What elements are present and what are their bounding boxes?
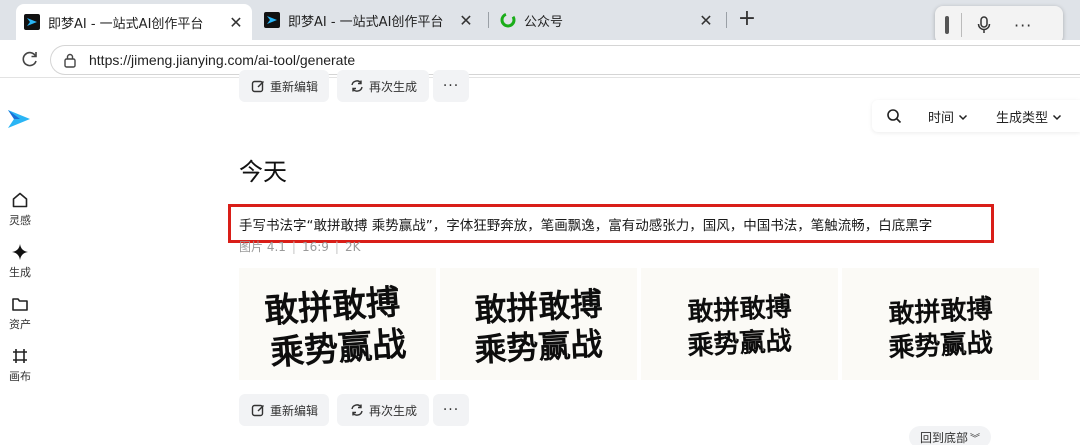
chevron-down-icon (1052, 111, 1062, 121)
jimeng-logo-icon (264, 12, 280, 28)
calligraphy-line-1: 敢拼敢搏 (263, 282, 401, 331)
voice-input-popup: ··· (935, 6, 1063, 44)
sidebar-item-inspiration[interactable]: 灵感 (0, 190, 40, 228)
canvas-icon (0, 346, 40, 366)
regenerate-label: 再次生成 (368, 403, 417, 418)
tab-title: 即梦AI - 一站式AI创作平台 (48, 16, 204, 32)
generated-image-2[interactable]: 敢拼敢搏 乘势赢战 (440, 268, 637, 380)
search-icon[interactable] (886, 108, 902, 124)
calligraphy-line-1: 敢拼敢搏 (473, 285, 603, 330)
refresh-icon (349, 402, 365, 418)
tab-wechat[interactable]: 公众号 ✕ (492, 4, 722, 36)
tab-divider (488, 12, 489, 28)
more-icon: ··· (442, 402, 460, 418)
drag-handle[interactable] (945, 16, 949, 34)
calligraphy-line-2: 乘势赢战 (685, 325, 791, 361)
jimeng-logo-icon[interactable] (6, 106, 32, 132)
sidebar-item-label: 画布 (9, 370, 31, 383)
sidebar-item-label: 生成 (9, 266, 31, 279)
tab-title: 即梦AI - 一站式AI创作平台 (288, 14, 444, 30)
calligraphy-line-2: 乘势赢战 (269, 324, 407, 373)
address-bar[interactable]: https://jimeng.jianying.com/ai-tool/gene… (50, 45, 1080, 75)
back-to-bottom-button[interactable]: 回到底部 ︾ (909, 426, 991, 445)
tab-jimeng-2[interactable]: 即梦AI - 一站式AI创作平台 ✕ (256, 4, 482, 36)
generated-image-1[interactable]: 敢拼敢搏 乘势赢战 (239, 268, 436, 380)
sparkle-icon (0, 242, 40, 262)
close-icon[interactable]: ✕ (458, 11, 474, 30)
close-icon[interactable]: ✕ (698, 11, 714, 30)
jimeng-logo-icon (24, 14, 40, 30)
calligraphy-line-2: 乘势赢战 (473, 325, 603, 370)
prompt-text[interactable]: 手写书法字“敢拼敢搏 乘势赢战”，字体狂野奔放，笔画飘逸，富有动感张力，国风，中… (239, 214, 932, 234)
divider (961, 13, 962, 37)
microphone-icon[interactable] (976, 15, 992, 35)
sidebar-item-label: 灵感 (9, 214, 31, 227)
re-edit-button[interactable]: 重新编辑 (239, 394, 329, 426)
regenerate-button[interactable]: 再次生成 (337, 70, 429, 102)
sidebar: 灵感 生成 资产 画布 (0, 78, 40, 445)
folder-icon (0, 294, 40, 314)
more-button[interactable]: ··· (433, 394, 469, 426)
time-filter-dropdown[interactable]: 时间 (928, 107, 968, 126)
calligraphy-line-2: 乘势赢战 (886, 327, 992, 363)
ratio-label: 16:9 (301, 240, 329, 254)
lock-icon[interactable] (63, 52, 77, 68)
calligraphy-line-1: 敢拼敢搏 (887, 294, 992, 329)
sidebar-item-generate[interactable]: 生成 (0, 242, 40, 280)
type-filter-label: 生成类型 (996, 110, 1049, 126)
close-icon[interactable]: ✕ (228, 13, 244, 32)
calligraphy-line-1: 敢拼敢搏 (686, 292, 791, 327)
regenerate-label: 再次生成 (368, 79, 417, 94)
resolution-label: 2K (344, 240, 361, 254)
more-button[interactable]: ··· (433, 70, 469, 102)
tab-jimeng-1[interactable]: 即梦AI - 一站式AI创作平台 ✕ (16, 4, 252, 40)
url-text[interactable]: https://jimeng.jianying.com/ai-tool/gene… (89, 52, 355, 68)
back-to-bottom-label: 回到底部 (919, 430, 968, 445)
chevron-down-icon (958, 111, 968, 121)
regenerate-button[interactable]: 再次生成 (337, 394, 429, 426)
type-filter-dropdown[interactable]: 生成类型 (996, 107, 1062, 126)
edit-icon (250, 78, 266, 94)
double-chevron-down-icon: ︾ (970, 433, 980, 445)
sidebar-item-assets[interactable]: 资产 (0, 294, 40, 332)
more-icon: ··· (442, 78, 460, 94)
re-edit-label: 重新编辑 (269, 79, 318, 94)
section-title: 今天 (239, 158, 287, 186)
new-tab-plus-icon[interactable]: + (735, 8, 759, 32)
tab-title: 公众号 (524, 14, 564, 30)
wechat-icon (500, 12, 516, 28)
tab-strip: 即梦AI - 一站式AI创作平台 ✕ 即梦AI - 一站式AI创作平台 ✕ 公众… (0, 0, 1080, 44)
home-icon (0, 190, 40, 210)
refresh-icon (349, 78, 365, 94)
more-options-icon[interactable]: ··· (1014, 16, 1032, 35)
browser-window: 即梦AI - 一站式AI创作平台 ✕ 即梦AI - 一站式AI创作平台 ✕ 公众… (0, 0, 1080, 445)
tab-divider (726, 12, 727, 28)
image-gallery: 敢拼敢搏 乘势赢战 敢拼敢搏 乘势赢战 敢拼敢搏 乘势赢战 敢拼敢搏 乘势赢战 (239, 268, 1039, 380)
sidebar-item-label: 资产 (9, 318, 31, 331)
generation-meta: 图片 4.1 | 16:9 | 2K (239, 240, 361, 254)
address-toolbar: https://jimeng.jianying.com/ai-tool/gene… (0, 40, 1080, 78)
reload-icon[interactable] (20, 49, 40, 69)
re-edit-label: 重新编辑 (269, 403, 318, 418)
generated-image-4[interactable]: 敢拼敢搏 乘势赢战 (842, 268, 1039, 380)
edit-icon (250, 402, 266, 418)
re-edit-button[interactable]: 重新编辑 (239, 70, 329, 102)
time-filter-label: 时间 (928, 110, 955, 126)
model-label: 图片 4.1 (239, 240, 286, 254)
sidebar-item-canvas[interactable]: 画布 (0, 346, 40, 384)
generated-image-3[interactable]: 敢拼敢搏 乘势赢战 (641, 268, 838, 380)
filter-bar: 时间 生成类型 (872, 100, 1080, 132)
